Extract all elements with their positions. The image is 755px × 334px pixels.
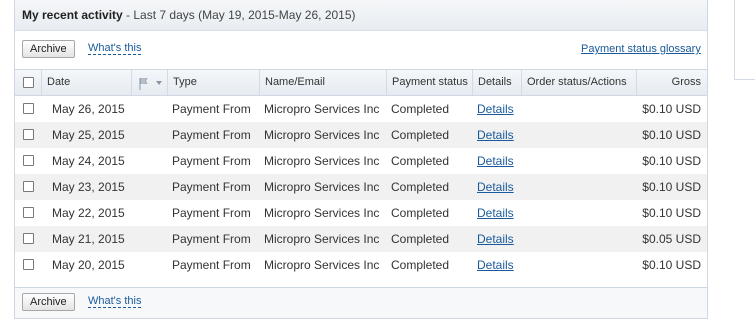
activity-header: My recent activity - Last 7 days (May 19… (15, 0, 707, 31)
archive-button-bottom[interactable]: Archive (22, 293, 75, 311)
flag-icon[interactable] (137, 77, 157, 91)
row-type: Payment From (172, 154, 251, 168)
whats-this-link-top[interactable]: What's this (88, 42, 142, 55)
row-details-link[interactable]: Details (477, 258, 514, 272)
activity-title-label: My recent activity (22, 8, 123, 22)
row-date: May 25, 2015 (52, 128, 125, 142)
row-checkbox[interactable] (23, 207, 34, 218)
row-gross: $0.10 USD (642, 154, 701, 168)
row-status: Completed (391, 206, 450, 220)
row-checkbox[interactable] (23, 259, 34, 270)
table-row: May 24, 2015 Payment From Micropro Servi… (15, 148, 707, 174)
row-gross: $0.10 USD (642, 102, 701, 116)
row-details-link[interactable]: Details (477, 232, 514, 246)
archive-button-top[interactable]: Archive (22, 40, 75, 58)
row-details-link[interactable]: Details (477, 102, 514, 116)
column-header-date-label: Date (47, 76, 71, 88)
row-name: Micropro Services Inc (264, 102, 380, 116)
row-gross: $0.05 USD (642, 232, 701, 246)
column-header-flag[interactable] (131, 70, 167, 95)
row-type: Payment From (172, 180, 251, 194)
row-details-link[interactable]: Details (477, 206, 514, 220)
row-status: Completed (391, 232, 450, 246)
table-row: May 22, 2015 Payment From Micropro Servi… (15, 200, 707, 226)
row-checkbox[interactable] (23, 233, 34, 244)
row-gross: $0.10 USD (642, 206, 701, 220)
row-type: Payment From (172, 102, 251, 116)
row-type: Payment From (172, 128, 251, 142)
row-name: Micropro Services Inc (264, 128, 380, 142)
row-checkbox[interactable] (23, 129, 34, 140)
row-checkbox[interactable] (23, 181, 34, 192)
row-name: Micropro Services Inc (264, 154, 380, 168)
chevron-down-icon[interactable] (156, 81, 162, 86)
adjacent-panel-edge (734, 0, 755, 80)
row-status: Completed (391, 102, 450, 116)
column-header-details-label: Details (478, 76, 512, 88)
table-row: May 23, 2015 Payment From Micropro Servi… (15, 174, 707, 200)
row-name: Micropro Services Inc (264, 232, 380, 246)
select-all-cell (15, 70, 41, 95)
row-date: May 21, 2015 (52, 232, 125, 246)
whats-this-link-bottom[interactable]: What's this (88, 295, 142, 308)
row-date: May 20, 2015 (52, 258, 125, 272)
column-header-date[interactable]: Date (41, 70, 131, 95)
column-header-gross[interactable]: Gross (636, 70, 707, 95)
recent-activity-panel: My recent activity - Last 7 days (May 19… (14, 0, 708, 319)
row-order-status (521, 122, 636, 148)
column-header-order-status: Order status/Actions (521, 70, 636, 95)
table-row: May 25, 2015 Payment From Micropro Servi… (15, 122, 707, 148)
column-header-gross-label: Gross (671, 76, 701, 88)
row-order-status (521, 148, 636, 174)
bottom-toolbar: Archive What's this (15, 287, 707, 318)
table-row: May 26, 2015 Payment From Micropro Servi… (15, 96, 707, 122)
row-date: May 23, 2015 (52, 180, 125, 194)
row-details-link[interactable]: Details (477, 154, 514, 168)
row-type: Payment From (172, 258, 251, 272)
payment-status-glossary-link[interactable]: Payment status glossary (581, 43, 701, 55)
column-header-payment-status-label: Payment status (392, 76, 468, 88)
row-order-status (521, 200, 636, 226)
row-date: May 24, 2015 (52, 154, 125, 168)
row-name: Micropro Services Inc (264, 258, 380, 272)
activity-title: My recent activity - Last 7 days (May 19… (22, 8, 356, 22)
row-checkbox[interactable] (23, 155, 34, 166)
column-header-name-email[interactable]: Name/Email (259, 70, 386, 95)
row-status: Completed (391, 258, 450, 272)
activity-date-range: - Last 7 days (May 19, 2015-May 26, 2015… (122, 8, 356, 22)
row-gross: $0.10 USD (642, 258, 701, 272)
table-row: May 21, 2015 Payment From Micropro Servi… (15, 226, 707, 252)
column-header-type[interactable]: Type (167, 70, 259, 95)
row-order-status (521, 252, 636, 278)
row-name: Micropro Services Inc (264, 180, 380, 194)
row-order-status (521, 174, 636, 200)
row-details-link[interactable]: Details (477, 128, 514, 142)
row-gross: $0.10 USD (642, 128, 701, 142)
row-date: May 22, 2015 (52, 206, 125, 220)
top-toolbar: Archive What's this Payment status gloss… (15, 32, 707, 68)
column-header-name-email-label: Name/Email (265, 76, 325, 88)
select-all-checkbox[interactable] (23, 77, 34, 88)
column-header-payment-status[interactable]: Payment status (386, 70, 472, 95)
table-header-row: Date Type Name/Email Payment status Deta… (15, 69, 707, 96)
table-row: May 20, 2015 Payment From Micropro Servi… (15, 252, 707, 278)
row-details-link[interactable]: Details (477, 180, 514, 194)
row-date: May 26, 2015 (52, 102, 125, 116)
row-gross: $0.10 USD (642, 180, 701, 194)
row-checkbox[interactable] (23, 103, 34, 114)
column-header-order-status-label: Order status/Actions (527, 76, 627, 88)
row-status: Completed (391, 180, 450, 194)
column-header-details: Details (472, 70, 521, 95)
row-type: Payment From (172, 232, 251, 246)
row-status: Completed (391, 128, 450, 142)
column-header-type-label: Type (173, 76, 197, 88)
row-status: Completed (391, 154, 450, 168)
row-order-status (521, 226, 636, 252)
row-order-status (521, 96, 636, 122)
row-type: Payment From (172, 206, 251, 220)
row-name: Micropro Services Inc (264, 206, 380, 220)
